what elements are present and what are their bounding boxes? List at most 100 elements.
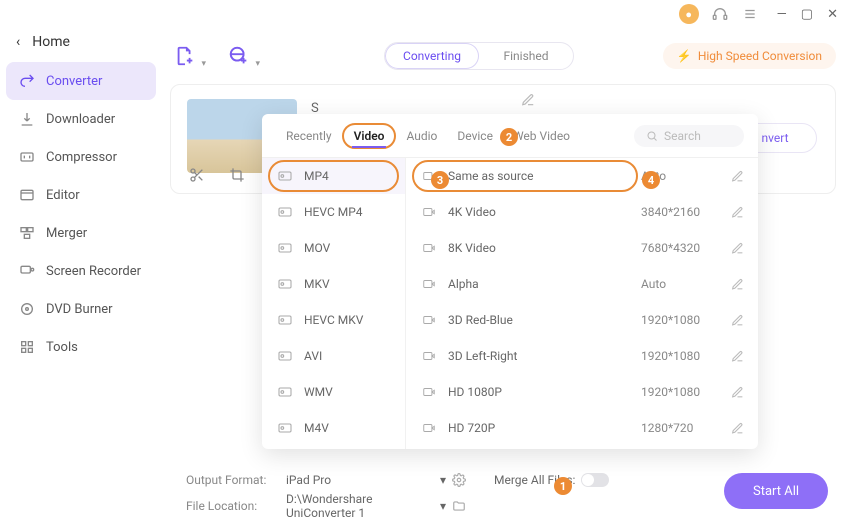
panel-tab-audio[interactable]: Audio <box>396 123 447 149</box>
edit-icon[interactable] <box>731 278 744 291</box>
edit-icon[interactable] <box>731 386 744 399</box>
chevron-down-icon: ▾ <box>440 473 446 487</box>
sidebar-item-editor[interactable]: Editor <box>6 176 156 214</box>
annotation-badge-4: 4 <box>642 171 660 189</box>
user-avatar[interactable]: ● <box>679 4 699 24</box>
resolution-name: 8K Video <box>448 241 641 255</box>
search-placeholder: Search <box>664 129 701 143</box>
format-item-mkv[interactable]: MKV <box>262 266 405 302</box>
format-icon <box>276 347 294 365</box>
panel-tab-device[interactable]: Device <box>447 123 503 149</box>
tab-converting[interactable]: Converting <box>385 43 479 69</box>
minimize-icon[interactable]: — <box>777 7 787 22</box>
high-speed-conversion-button[interactable]: ⚡ High Speed Conversion <box>663 43 836 69</box>
downloader-icon <box>18 110 36 128</box>
trim-icon[interactable] <box>189 167 205 183</box>
resolution-value: 1280*720 <box>641 421 731 435</box>
sidebar-item-label: DVD Burner <box>46 302 113 317</box>
resolution-item[interactable]: 4K Video3840*2160 <box>406 194 758 230</box>
format-panel: Recently Video Audio Device Web Video Se… <box>262 114 758 449</box>
format-item-mp4[interactable]: MP4 <box>262 158 405 194</box>
resolution-item[interactable]: HD 720P1280*720 <box>406 410 758 446</box>
resolution-item[interactable]: AlphaAuto <box>406 266 758 302</box>
close-icon[interactable]: ✕ <box>827 7 838 22</box>
resolution-name: Same as source <box>448 169 641 183</box>
panel-tab-recently[interactable]: Recently <box>276 123 342 149</box>
chevron-down-icon: ▾ <box>440 499 446 513</box>
folder-icon[interactable] <box>452 499 466 513</box>
edit-icon[interactable] <box>731 314 744 327</box>
sidebar-item-compressor[interactable]: Compressor <box>6 138 156 176</box>
sidebar-item-dvd-burner[interactable]: DVD Burner <box>6 290 156 328</box>
status-segment: Converting Finished <box>384 42 574 70</box>
resolution-value: 7680*4320 <box>641 241 731 255</box>
tab-finished[interactable]: Finished <box>479 43 573 69</box>
start-all-button[interactable]: Start All <box>724 473 828 509</box>
edit-title-icon[interactable] <box>521 93 535 107</box>
edit-icon[interactable] <box>731 242 744 255</box>
resolution-item[interactable]: Same as sourceAuto <box>406 158 758 194</box>
format-item-avi[interactable]: AVI <box>262 338 405 374</box>
sidebar-item-converter[interactable]: Converter <box>6 62 156 100</box>
panel-search-input[interactable]: Search <box>634 125 744 147</box>
chevron-down-icon: ▾ <box>255 59 260 69</box>
format-item-wmv[interactable]: WMV <box>262 374 405 410</box>
add-file-button[interactable]: ▾ <box>170 41 200 71</box>
file-location-select[interactable]: D:\Wondershare UniConverter 1 ▾ <box>286 492 446 520</box>
resolution-name: 3D Left-Right <box>448 349 641 363</box>
file-location-value: D:\Wondershare UniConverter 1 <box>286 492 440 520</box>
edit-icon[interactable] <box>731 170 744 183</box>
format-item-mov[interactable]: MOV <box>262 230 405 266</box>
editor-icon <box>18 186 36 204</box>
resolution-item[interactable]: HD 1080P1920*1080 <box>406 374 758 410</box>
sidebar-item-merger[interactable]: Merger <box>6 214 156 252</box>
converter-icon <box>18 72 36 90</box>
format-item-hevc-mkv[interactable]: HEVC MKV <box>262 302 405 338</box>
format-icon <box>276 239 294 257</box>
maximize-icon[interactable]: ▢ <box>801 7 813 22</box>
resolution-name: 4K Video <box>448 205 641 219</box>
merger-icon <box>18 224 36 242</box>
add-url-button[interactable]: ▾ <box>224 41 254 71</box>
edit-icon[interactable] <box>731 350 744 363</box>
resolution-name: Alpha <box>448 277 641 291</box>
resolution-item[interactable]: 3D Red-Blue1920*1080 <box>406 302 758 338</box>
format-label: MKV <box>304 277 330 291</box>
hamburger-icon[interactable] <box>741 5 759 23</box>
panel-tab-video[interactable]: Video <box>342 123 397 149</box>
output-format-label: Output Format: <box>186 473 278 487</box>
headset-icon[interactable] <box>711 5 729 23</box>
sidebar-item-downloader[interactable]: Downloader <box>6 100 156 138</box>
video-icon <box>420 205 438 219</box>
resolution-value: Auto <box>641 277 731 291</box>
format-label: MP4 <box>304 169 329 183</box>
resolution-value: 1920*1080 <box>641 349 731 363</box>
output-format-select[interactable]: iPad Pro ▾ <box>286 473 446 487</box>
gear-icon[interactable] <box>452 473 466 487</box>
hsc-label: High Speed Conversion <box>698 49 822 63</box>
sidebar-item-screen-recorder[interactable]: Screen Recorder <box>6 252 156 290</box>
format-item-hevc-mp4[interactable]: HEVC MP4 <box>262 194 405 230</box>
sidebar-item-label: Merger <box>46 226 87 241</box>
merge-toggle[interactable] <box>581 473 609 487</box>
sidebar-item-tools[interactable]: Tools <box>6 328 156 366</box>
format-label: AVI <box>304 349 322 363</box>
resolution-name: HD 720P <box>448 421 641 435</box>
format-label: M4V <box>304 421 329 435</box>
edit-icon[interactable] <box>731 422 744 435</box>
search-icon <box>646 130 658 142</box>
home-button[interactable]: ‹ Home <box>6 28 156 62</box>
screen-recorder-icon <box>18 262 36 280</box>
format-label: HEVC MP4 <box>304 205 363 219</box>
resolution-name: HD 1080P <box>448 385 641 399</box>
resolution-value: 3840*2160 <box>641 205 731 219</box>
resolution-item[interactable]: 3D Left-Right1920*1080 <box>406 338 758 374</box>
edit-icon[interactable] <box>731 206 744 219</box>
compressor-icon <box>18 148 36 166</box>
crop-icon[interactable] <box>229 167 245 183</box>
resolution-item[interactable]: 8K Video7680*4320 <box>406 230 758 266</box>
format-item-m4v[interactable]: M4V <box>262 410 405 446</box>
sidebar-item-label: Compressor <box>46 150 117 165</box>
annotation-badge-2: 2 <box>500 128 518 146</box>
sidebar-item-label: Converter <box>46 74 102 89</box>
